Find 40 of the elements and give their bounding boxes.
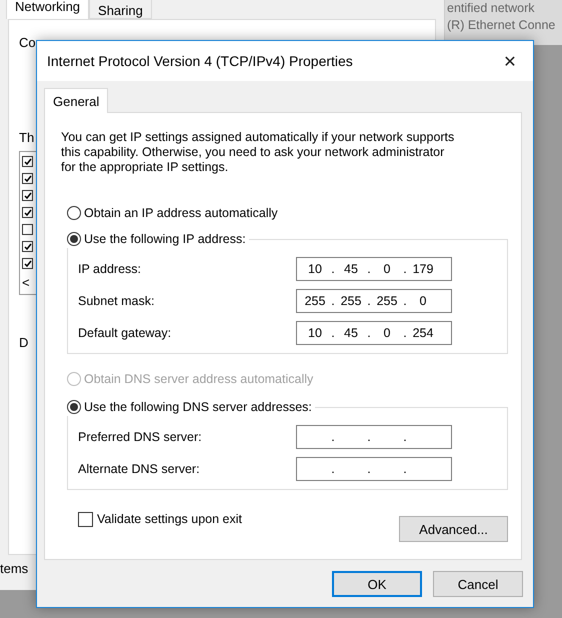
close-button[interactable]: ✕ [487,42,533,80]
field-label: Alternate DNS server: [78,462,200,476]
network-info-text: entified network [446,1,535,15]
window-title: Internet Protocol Version 4 (TCP/IPv4) Properties [47,53,353,69]
radio-dot[interactable] [67,206,81,220]
ip-address-field[interactable]: . . . [296,425,452,449]
scroll-arrow[interactable]: < [22,275,30,290]
footer-text: tems [0,561,28,576]
checkbox[interactable] [22,258,33,269]
network-info-text: (R) Ethernet Conne [446,18,556,32]
radio-button[interactable]: Use the following DNS server addresses: [67,398,315,416]
checkbox[interactable] [22,224,33,235]
intro-text: You can get IP settings assigned automatically if your network supports this capability. Otherwise, you need to ask your network administrator for the appropriate IP settings. [61,130,456,175]
checkbox[interactable] [22,156,33,167]
checkbox[interactable] [22,190,33,201]
ip-address-field[interactable]: . . . [296,457,452,481]
tab[interactable]: Sharing [89,0,152,19]
field-label: Subnet mask: [78,294,154,308]
radio-dot[interactable] [67,400,81,414]
description-label: D [19,335,28,350]
ip-address-field[interactable]: 10 . 45 . 0 . 179 [296,257,452,281]
validate-checkbox[interactable]: Validate settings upon exit [78,510,242,528]
ip-address-field[interactable]: 10 . 45 . 0 . 254 [296,321,452,345]
ip-address-field[interactable]: 255 . 255 . 255 . 0 [296,289,452,313]
field-label: Preferred DNS server: [78,430,202,444]
components-label: Th [19,130,34,145]
checkbox[interactable] [22,207,33,218]
radio-dot[interactable] [67,232,81,246]
connect-label: Co [19,35,36,50]
tab[interactable]: General [44,88,108,113]
field-label: Default gateway: [78,326,172,340]
checkbox[interactable] [22,173,33,184]
radio-button[interactable]: Use the following IP address: [67,230,249,248]
checkbox[interactable] [22,241,33,252]
advanced-button[interactable]: Advanced... [399,516,508,542]
tab[interactable]: Networking [6,0,90,19]
field-label: IP address: [78,262,142,276]
dialog-button[interactable]: Cancel [433,571,523,597]
dialog-button[interactable]: OK [332,571,422,597]
radio-button[interactable]: Obtain an IP address automatically [67,204,281,222]
